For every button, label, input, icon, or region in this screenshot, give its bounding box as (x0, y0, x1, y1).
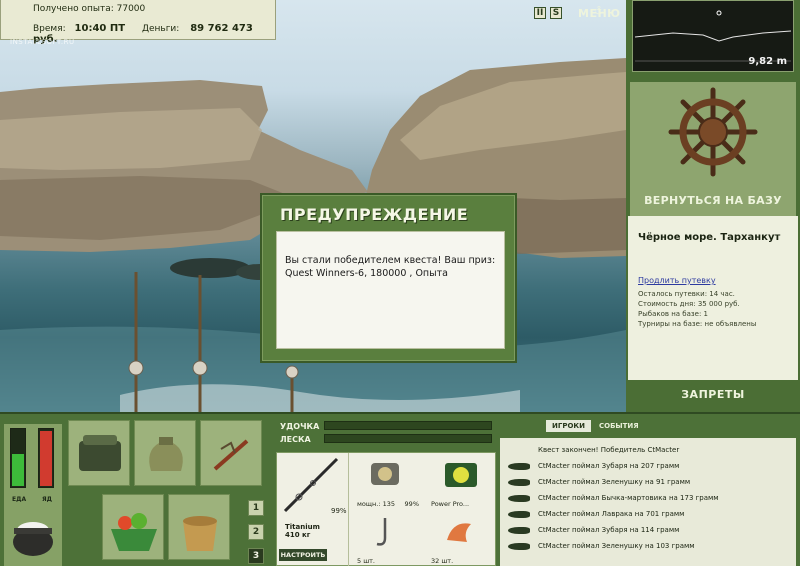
rod-icon (283, 457, 339, 513)
events-panel: ИГРОКИ СОБЫТИЯ Квест закончен! Победител… (500, 416, 796, 566)
watermark: INSTALLSOFT.RU (10, 38, 75, 46)
fish-icon (508, 543, 530, 550)
top-controls: II S ⚓ МЕНЮ (534, 2, 626, 24)
poison-label: ЯД (42, 496, 52, 503)
money-label: Деньги: (141, 24, 180, 34)
tournaments-status: Турниры на базе: не объявлены (638, 320, 757, 328)
status-gauges: ЕДА ЯД (4, 424, 62, 566)
depth-sonar: 9,82 m (632, 0, 794, 72)
bottom-panel: ЕДА ЯД 1 2 3 УДОЧКА ЛЕСКА 99% Titanium 4… (0, 412, 800, 566)
anchor-icon: ⚓ (594, 3, 605, 17)
bait-slot[interactable]: 32 шт. (427, 510, 499, 566)
inventory-fishing-kit[interactable] (200, 420, 262, 486)
line-tension-bar (324, 434, 492, 443)
location-name: Чёрное море. Тарханкут (638, 232, 781, 243)
event-item: CtMacter поймал Зеленушку на 103 грамм (500, 538, 796, 554)
dialog-message-line1: Вы стали победителем квеста! Ваш приз: (285, 255, 496, 266)
dialog-content: Вы стали победителем квеста! Ваш приз: Q… (276, 231, 505, 349)
depth-value: 9,82 m (748, 56, 787, 67)
reel-slot[interactable]: мощн.: 135 99% (353, 453, 425, 510)
poison-gauge (38, 428, 54, 488)
dialog-title: ПРЕДУПРЕЖДЕНИЕ (280, 205, 469, 224)
hook-slot[interactable]: 5 шт. (353, 510, 425, 566)
game-screen: Получено опыта: 77000 Время: 10:40 ПТ Де… (0, 0, 800, 566)
sound-button[interactable]: S (550, 7, 562, 19)
feather-icon (213, 439, 249, 471)
food-label: ЕДА (12, 496, 27, 503)
inventory-bag[interactable] (68, 420, 130, 486)
dialog-message-line2: Quest Winners-6, 180000 , Опыта (285, 268, 448, 279)
cauldron-icon[interactable] (8, 512, 58, 562)
reel-condition: 99% (404, 500, 419, 508)
rod-condition: 99% (331, 507, 347, 515)
line-slot[interactable]: Power Pro... (427, 453, 499, 510)
event-item: CtMacter поймал Лаврака на 701 грамм (500, 506, 796, 522)
fish-icon (508, 527, 530, 534)
tab-events[interactable]: СОБЫТИЯ (593, 420, 645, 432)
event-item: CtMacter поймал Зеленушку на 91 грамм (500, 474, 796, 490)
poison-level (40, 430, 52, 486)
extend-permit-link[interactable]: Продлить путевку (638, 276, 716, 285)
event-item: CtMacter поймал Зубаря на 114 грамм (500, 522, 796, 538)
line-label: ЛЕСКА (280, 435, 311, 444)
inventory-grid: 1 2 3 (68, 418, 268, 566)
inventory-bucket[interactable] (168, 494, 230, 560)
vegetable-basket-icon (111, 513, 157, 551)
fish-icon (508, 479, 530, 486)
reel-icon (371, 463, 399, 485)
fish-icon (508, 463, 530, 470)
events-list: Квест закончен! Победитель CtMacter CtMa… (500, 438, 796, 566)
rod-label: УДОЧКА (280, 422, 320, 431)
exp-label: Получено опыта: (33, 4, 114, 14)
food-level (12, 454, 24, 486)
time-label: Время: (33, 24, 66, 34)
warning-dialog: ПРЕДУПРЕЖДЕНИЕ Вы стали победителем квес… (260, 193, 517, 363)
fish-icon (508, 495, 530, 502)
sack-icon (149, 437, 183, 471)
menu-button[interactable]: ⚓ МЕНЮ (578, 3, 621, 20)
exp-value: 77000 (116, 4, 146, 14)
rod-weight: 410 кг (285, 531, 311, 539)
food-gauge (10, 428, 26, 488)
pause-button[interactable]: II (534, 7, 546, 19)
bans-button[interactable]: ЗАПРЕТЫ (628, 388, 798, 401)
hook-count: 5 шт. (357, 557, 376, 565)
tackle-bag-icon (79, 435, 121, 471)
slot-1-button[interactable]: 1 (248, 500, 264, 516)
reel-power: мощн.: 135 (357, 500, 395, 508)
event-item: CtMacter поймал Зубаря на 207 грамм (500, 458, 796, 474)
slot-3-button[interactable]: 3 (248, 548, 264, 564)
fish-icon (508, 511, 530, 518)
permit-remaining: Осталось путевки: 14 час. (638, 290, 735, 298)
anglers-count: Рыбаков на базе: 1 (638, 310, 708, 318)
slot-2-button[interactable]: 2 (248, 524, 264, 540)
rod-tension-bar (324, 421, 492, 430)
ship-wheel-icon[interactable] (630, 82, 796, 194)
bait-count: 32 шт. (431, 557, 454, 565)
inventory-sack[interactable] (134, 420, 196, 486)
line-spool-icon (445, 463, 477, 487)
day-cost: Стоимость дня: 35 000 руб. (638, 300, 740, 308)
hud-info-panel: Получено опыта: 77000 Время: 10:40 ПТ Де… (0, 0, 276, 45)
time-value: 10:40 ПТ (74, 23, 126, 34)
rod-slot[interactable]: 99% Titanium 410 кг НАСТРОИТЬ (277, 453, 349, 566)
event-item: CtMacter поймал Бычка-мартовика на 173 г… (500, 490, 796, 506)
tab-players[interactable]: ИГРОКИ (546, 420, 591, 432)
event-item: Квест закончен! Победитель CtMacter (538, 446, 680, 454)
return-to-base-button[interactable]: ВЕРНУТЬСЯ НА БАЗУ (630, 194, 796, 207)
tackle-panel: 99% Titanium 410 кг НАСТРОИТЬ мощн.: 135… (276, 452, 496, 566)
wooden-bucket-icon (183, 516, 217, 551)
shrimp-bait-icon (447, 523, 471, 542)
location-info-panel: Чёрное море. Тарханкут Продлить путевку … (628, 216, 798, 380)
hook-icon (376, 518, 387, 546)
line-name: Power Pro... (431, 500, 470, 508)
inventory-basket[interactable] (102, 494, 164, 560)
rod-name: Titanium (285, 523, 320, 531)
setup-button[interactable]: НАСТРОИТЬ (279, 549, 327, 561)
